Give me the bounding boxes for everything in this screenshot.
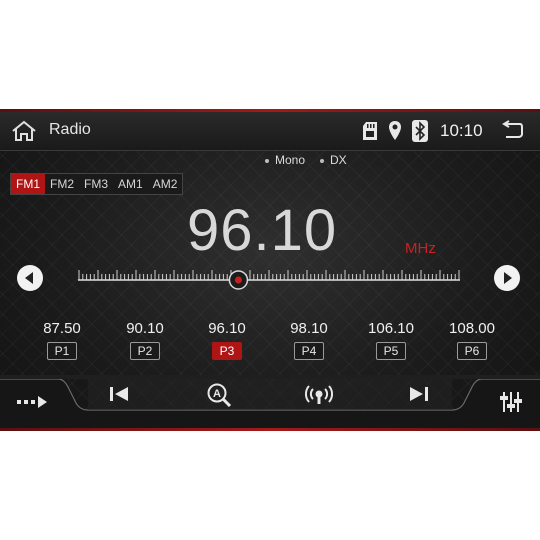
dx-dot-icon <box>320 158 324 163</box>
back-icon[interactable] <box>500 120 524 142</box>
clock: 10:10 <box>440 121 483 140</box>
previous-icon[interactable] <box>108 385 130 403</box>
broadcast-icon[interactable] <box>302 382 336 406</box>
preset-frequency: 87.50 <box>43 320 81 337</box>
dial-knob[interactable] <box>228 270 249 290</box>
seek-left-icon[interactable] <box>16 264 44 292</box>
preset-p4[interactable]: 98.10 P4 <box>274 320 344 360</box>
radio-screen: Radio 10:10 Mono DX FM1 FM2 FM3 AM1 AM2 … <box>0 109 540 431</box>
svg-text:A: A <box>213 388 221 400</box>
location-icon <box>389 121 401 140</box>
tab-fm3[interactable]: FM3 <box>79 174 113 194</box>
tab-fm2[interactable]: FM2 <box>45 174 79 194</box>
preset-p2[interactable]: 90.10 P2 <box>110 320 180 360</box>
preset-p1[interactable]: 87.50 P1 <box>27 320 97 360</box>
bluetooth-icon <box>412 120 428 142</box>
mono-indicator[interactable]: Mono <box>265 153 305 167</box>
auto-search-icon[interactable]: A <box>206 383 232 407</box>
preset-label: P1 <box>47 342 77 360</box>
frequency-unit: MHz <box>405 240 436 257</box>
next-icon[interactable] <box>408 385 430 403</box>
equalizer-icon[interactable] <box>499 391 523 413</box>
band-tabs: FM1 FM2 FM3 AM1 AM2 <box>10 173 184 195</box>
preset-label: P5 <box>376 342 406 360</box>
preset-frequency: 96.10 <box>208 320 246 337</box>
tab-am2[interactable]: AM2 <box>148 174 183 194</box>
tab-fm1[interactable]: FM1 <box>11 174 45 194</box>
app-title: Radio <box>49 121 91 138</box>
control-bar <box>0 375 540 428</box>
dial-ticks <box>78 270 460 280</box>
home-icon[interactable] <box>10 119 38 143</box>
preset-frequency: 90.10 <box>126 320 164 337</box>
status-bar: Radio 10:10 <box>0 112 540 151</box>
preset-label: P4 <box>294 342 324 360</box>
tab-am1[interactable]: AM1 <box>113 174 148 194</box>
preset-p3[interactable]: 96.10 P3 <box>192 320 262 360</box>
preset-label: P2 <box>130 342 160 360</box>
preset-p5[interactable]: 106.10 P5 <box>356 320 426 360</box>
preset-label: P6 <box>457 342 487 360</box>
sd-card-icon <box>363 122 377 140</box>
mono-dot-icon <box>265 158 269 163</box>
preset-frequency: 108.00 <box>449 320 495 337</box>
source-icon[interactable] <box>16 394 48 410</box>
preset-label: P3 <box>212 342 242 360</box>
tuning-dial[interactable] <box>78 266 460 296</box>
preset-p6[interactable]: 108.00 P6 <box>437 320 507 360</box>
seek-right-icon[interactable] <box>493 264 521 292</box>
dx-indicator[interactable]: DX <box>320 153 347 167</box>
frequency-display: 96.10 <box>187 198 338 263</box>
preset-frequency: 98.10 <box>290 320 328 337</box>
preset-frequency: 106.10 <box>368 320 414 337</box>
